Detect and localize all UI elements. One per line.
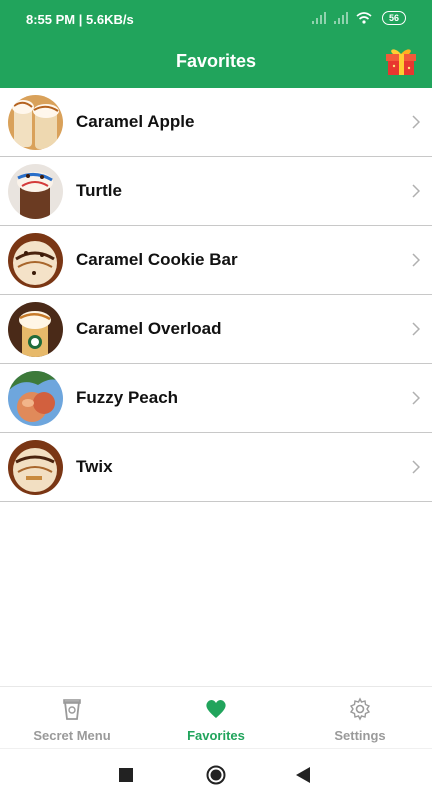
tab-favorites[interactable]: Favorites (144, 687, 288, 749)
drink-thumbnail (8, 164, 63, 219)
chevron-right-icon (412, 253, 420, 267)
bottom-nav: Secret Menu Favorites Settings (0, 686, 432, 749)
item-name: Caramel Overload (76, 319, 222, 338)
cup-icon (63, 699, 81, 720)
list-item[interactable]: Caramel Cookie Bar (0, 226, 432, 295)
tab-label: Settings (334, 728, 386, 743)
heart-icon (206, 700, 226, 718)
drink-thumbnail (8, 302, 63, 357)
item-name: Caramel Apple (76, 112, 195, 131)
home-button[interactable] (206, 765, 226, 785)
chevron-right-icon (412, 115, 420, 129)
drink-thumbnail (8, 440, 63, 495)
status-bar: 8:55 PM | 5.6KB/s 56 (0, 0, 432, 38)
recent-apps-button[interactable] (119, 768, 133, 782)
status-time: 8:55 PM | 5.6KB/s (26, 12, 134, 27)
item-name: Turtle (76, 181, 122, 200)
drink-thumbnail (8, 95, 63, 150)
item-name: Twix (76, 457, 113, 476)
chevron-right-icon (412, 460, 420, 474)
tab-secret-menu[interactable]: Secret Menu (0, 687, 144, 749)
list-item[interactable]: Caramel Apple (0, 88, 432, 157)
tab-label: Favorites (187, 728, 245, 743)
gift-icon (386, 49, 416, 75)
battery-level: 56 (381, 11, 406, 25)
signal-icon (333, 12, 348, 24)
chevron-right-icon (412, 391, 420, 405)
gift-button[interactable] (384, 44, 418, 78)
drink-thumbnail (8, 371, 63, 426)
favorites-list: Caramel Apple Turtle Caramel Cookie Bar … (0, 88, 432, 502)
system-nav-bar (0, 748, 432, 801)
tab-settings[interactable]: Settings (288, 687, 432, 749)
list-item[interactable]: Twix (0, 433, 432, 502)
status-icons: 56 (311, 11, 406, 25)
signal-icon (311, 12, 326, 24)
gear-icon (349, 697, 371, 721)
wifi-icon (356, 12, 372, 24)
list-item[interactable]: Fuzzy Peach (0, 364, 432, 433)
item-name: Caramel Cookie Bar (76, 250, 238, 269)
chevron-right-icon (412, 322, 420, 336)
chevron-right-icon (412, 184, 420, 198)
drink-thumbnail (8, 233, 63, 288)
list-item[interactable]: Caramel Overload (0, 295, 432, 364)
page-title: Favorites (175, 51, 257, 71)
tab-label: Secret Menu (33, 728, 111, 743)
list-item[interactable]: Turtle (0, 157, 432, 226)
item-name: Fuzzy Peach (76, 388, 179, 407)
app-bar: Favorites (0, 38, 432, 88)
back-button[interactable] (296, 767, 310, 783)
